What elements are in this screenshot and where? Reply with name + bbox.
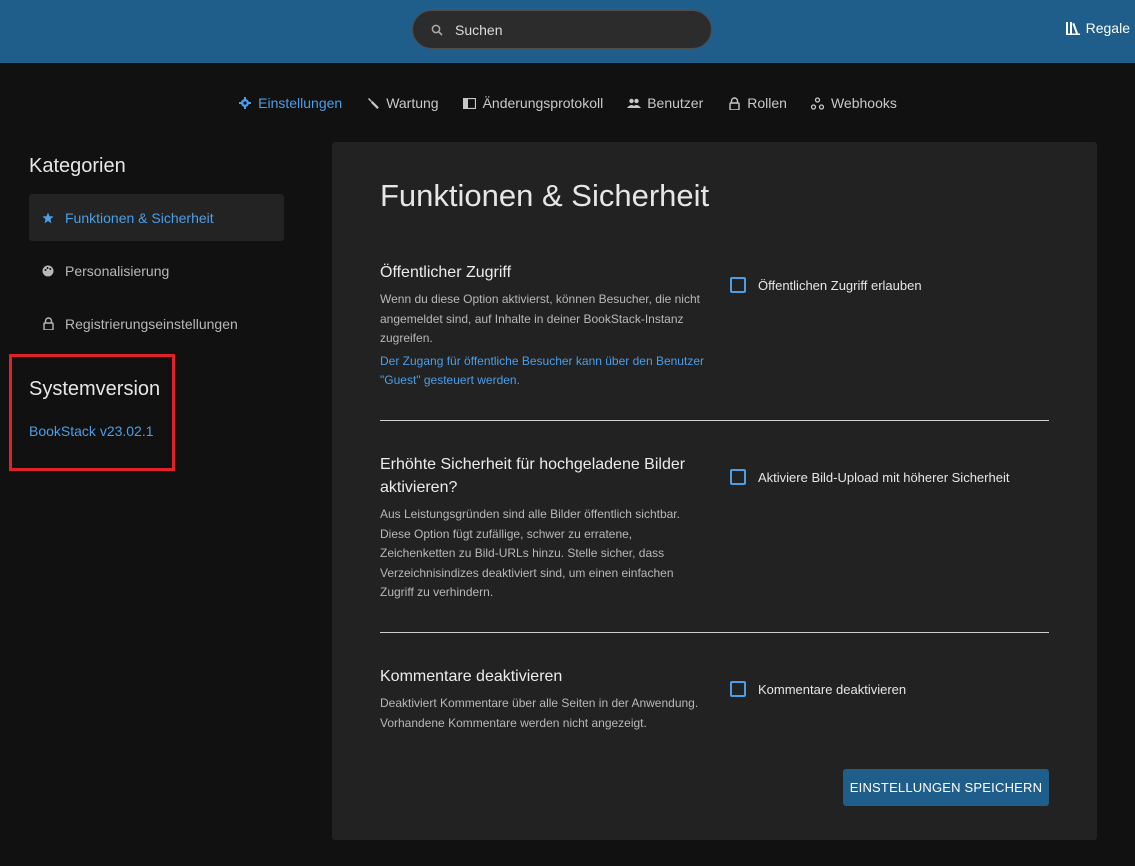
setting-description: Aus Leistungsgründen sind alle Bilder öf… xyxy=(380,507,680,599)
nav-item-maintenance[interactable]: Wartung xyxy=(366,92,439,114)
search-bar[interactable] xyxy=(412,10,712,49)
sidebar-item-registration[interactable]: Registrierungseinstellungen xyxy=(29,300,284,347)
page-title: Funktionen & Sicherheit xyxy=(380,178,710,213)
highlight-box xyxy=(9,354,175,471)
nav-item-settings[interactable]: Einstellungen xyxy=(238,92,342,114)
nav-item-audit-log[interactable]: Änderungsprotokoll xyxy=(463,92,604,114)
shelves-label: Regale xyxy=(1085,20,1130,36)
nav-item-label: Rollen xyxy=(747,95,787,111)
nav-item-users[interactable]: Benutzer xyxy=(627,92,703,114)
checkbox-label: Öffentlichen Zugriff erlauben xyxy=(758,277,922,293)
checkbox-label: Aktiviere Bild-Upload mit höherer Sicher… xyxy=(758,469,1010,485)
disable-comments-checkbox[interactable] xyxy=(730,681,746,697)
system-version-link[interactable]: BookStack v23.02.1 xyxy=(29,423,154,439)
divider xyxy=(380,632,1049,633)
palette-icon xyxy=(41,264,55,278)
shelves-link[interactable]: Regale xyxy=(1065,20,1130,36)
public-access-toggle[interactable]: Öffentlichen Zugriff erlauben xyxy=(730,277,922,293)
system-version-title: Systemversion xyxy=(29,378,161,400)
divider xyxy=(380,420,1049,421)
star-icon xyxy=(41,211,55,225)
nav-item-label: Einstellungen xyxy=(258,95,343,111)
categories-sidebar: Kategorien Funktionen & Sicherheit Perso… xyxy=(29,155,284,353)
search-icon xyxy=(429,22,445,38)
lock-icon xyxy=(41,317,55,331)
setting-info-link[interactable]: Der Zugang für öffentliche Besucher kann… xyxy=(380,352,705,391)
setting-title: Erhöhte Sicherheit für hochgeladene Bild… xyxy=(380,456,686,496)
nav-item-roles[interactable]: Rollen xyxy=(727,92,787,114)
nav-item-label: Benutzer xyxy=(647,95,704,111)
checkbox-label: Kommentare deaktivieren xyxy=(758,681,907,697)
sidebar-item-label: Personalisierung xyxy=(65,262,170,279)
sidebar-item-label: Registrierungseinstellungen xyxy=(65,315,238,332)
public-access-checkbox[interactable] xyxy=(730,277,746,293)
setting-title: Kommentare deaktivieren xyxy=(380,668,563,685)
gear-icon xyxy=(238,96,252,110)
secure-images-checkbox[interactable] xyxy=(730,469,746,485)
nav-item-webhooks[interactable]: Webhooks xyxy=(811,92,897,114)
sidebar-item-label: Funktionen & Sicherheit xyxy=(65,209,214,226)
nav-item-label: Webhooks xyxy=(830,95,897,111)
lock-icon xyxy=(727,96,741,110)
secure-images-toggle[interactable]: Aktiviere Bild-Upload mit höherer Sicher… xyxy=(730,469,1009,485)
search-input[interactable] xyxy=(455,21,675,38)
settings-nav: Einstellungen Wartung Änderungsprotokoll… xyxy=(0,92,1135,114)
setting-description: Wenn du diese Option aktivierst, können … xyxy=(380,292,700,345)
setting-description: Deaktiviert Kommentare über alle Seiten … xyxy=(380,696,699,730)
sidebar-item-personalization[interactable]: Personalisierung xyxy=(29,247,284,294)
top-header: Regale xyxy=(0,0,1135,63)
setting-title: Öffentlicher Zugriff xyxy=(380,264,512,281)
settings-card: Funktionen & Sicherheit Öffentlicher Zug… xyxy=(332,142,1097,840)
shelves-icon xyxy=(1065,21,1080,35)
webhooks-icon xyxy=(811,96,825,110)
sidebar-item-features-security[interactable]: Funktionen & Sicherheit xyxy=(29,194,284,241)
disable-comments-toggle[interactable]: Kommentare deaktivieren xyxy=(730,681,906,697)
nav-item-label: Änderungsprotokoll xyxy=(482,95,604,111)
audit-log-icon xyxy=(463,96,477,110)
categories-title: Kategorien xyxy=(29,155,126,177)
nav-item-label: Wartung xyxy=(386,95,439,111)
users-icon xyxy=(627,96,642,110)
wrench-icon xyxy=(366,96,380,110)
save-settings-button[interactable]: EINSTELLUNGEN SPEICHERN xyxy=(843,769,1049,806)
